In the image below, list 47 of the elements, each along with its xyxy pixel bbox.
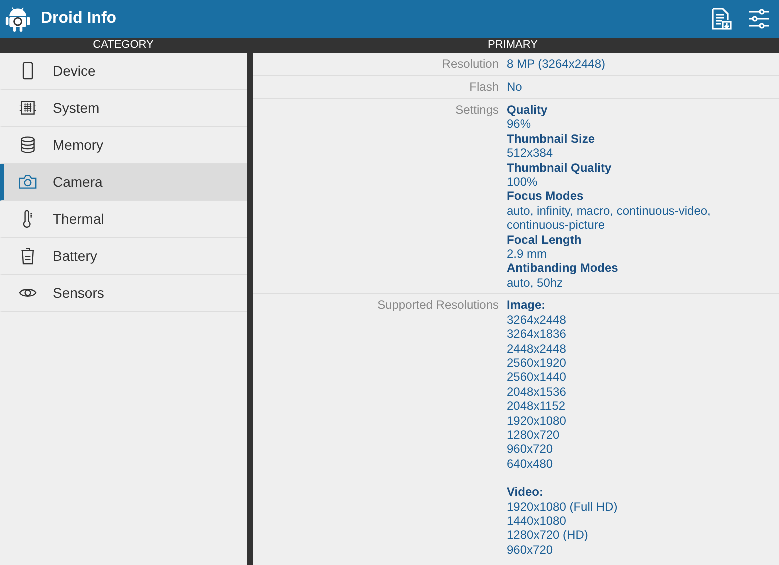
resolution-value: 2048x1536 xyxy=(507,384,568,400)
group-title: Video: xyxy=(507,485,544,500)
resolution-value: 960x720 xyxy=(507,442,554,457)
document-export-icon[interactable] xyxy=(709,7,733,31)
resolution-value: 2448x2448 xyxy=(507,342,568,356)
property-value: No xyxy=(507,80,522,94)
property-label: Supported Resolutions xyxy=(376,298,500,314)
resolution-value: 3264x2448 xyxy=(507,312,568,328)
app-title: Droid Info xyxy=(41,10,117,28)
settings-sliders-icon[interactable] xyxy=(747,7,771,31)
resolution-value: 1920x1080 (Full HD) xyxy=(507,500,618,514)
setting-title: Focal Length xyxy=(507,232,583,248)
resolution-value: 2048x1152 xyxy=(507,399,566,414)
resolution-value: 1920x1080 xyxy=(507,414,568,428)
android-robot-icon xyxy=(5,5,31,33)
setting-title: Thumbnail Quality xyxy=(507,160,613,176)
chip-icon xyxy=(19,99,37,117)
resolution-value: 960x720 xyxy=(507,542,554,558)
resolution-value: 2560x1920 xyxy=(507,356,568,370)
trash-icon xyxy=(19,247,37,265)
setting-value: 2.9 mm xyxy=(507,247,548,262)
setting-value: 96% xyxy=(507,117,532,132)
setting-value: 100% xyxy=(507,175,539,190)
camera-icon xyxy=(19,173,37,191)
property-label: Settings xyxy=(454,103,500,119)
resolution-value: 3264x1836 xyxy=(507,327,568,342)
setting-title: Quality xyxy=(507,103,549,118)
category-item[interactable]: Camera xyxy=(0,164,247,201)
column-header: PRIMARY xyxy=(487,38,539,53)
setting-value: auto, infinity, macro, continuous-video, continuous-picture xyxy=(507,204,712,233)
setting-title: Antibanding Modes xyxy=(507,261,620,276)
group-title: Image: xyxy=(507,298,547,313)
property-label: Resolution xyxy=(441,57,500,72)
column-header: CATEGORY xyxy=(92,38,155,53)
setting-title: Focus Modes xyxy=(507,189,585,204)
property-value: 8 MP (3264x2448) xyxy=(507,57,606,72)
property-label: Flash xyxy=(468,80,500,95)
database-icon xyxy=(19,136,37,154)
setting-value: auto, 50hz xyxy=(507,276,564,290)
category-item[interactable]: System xyxy=(0,90,247,127)
resolution-value: 1440x1080 xyxy=(507,514,568,528)
resolution-value: 1280x720 (HD) xyxy=(507,528,590,543)
setting-value: 512x384 xyxy=(507,146,554,161)
resolution-value: 1280x720 xyxy=(507,428,561,442)
resolution-value: 2560x1440 xyxy=(507,370,568,385)
resolution-value: 640x480 xyxy=(507,456,554,472)
setting-title: Thumbnail Size xyxy=(507,132,596,146)
